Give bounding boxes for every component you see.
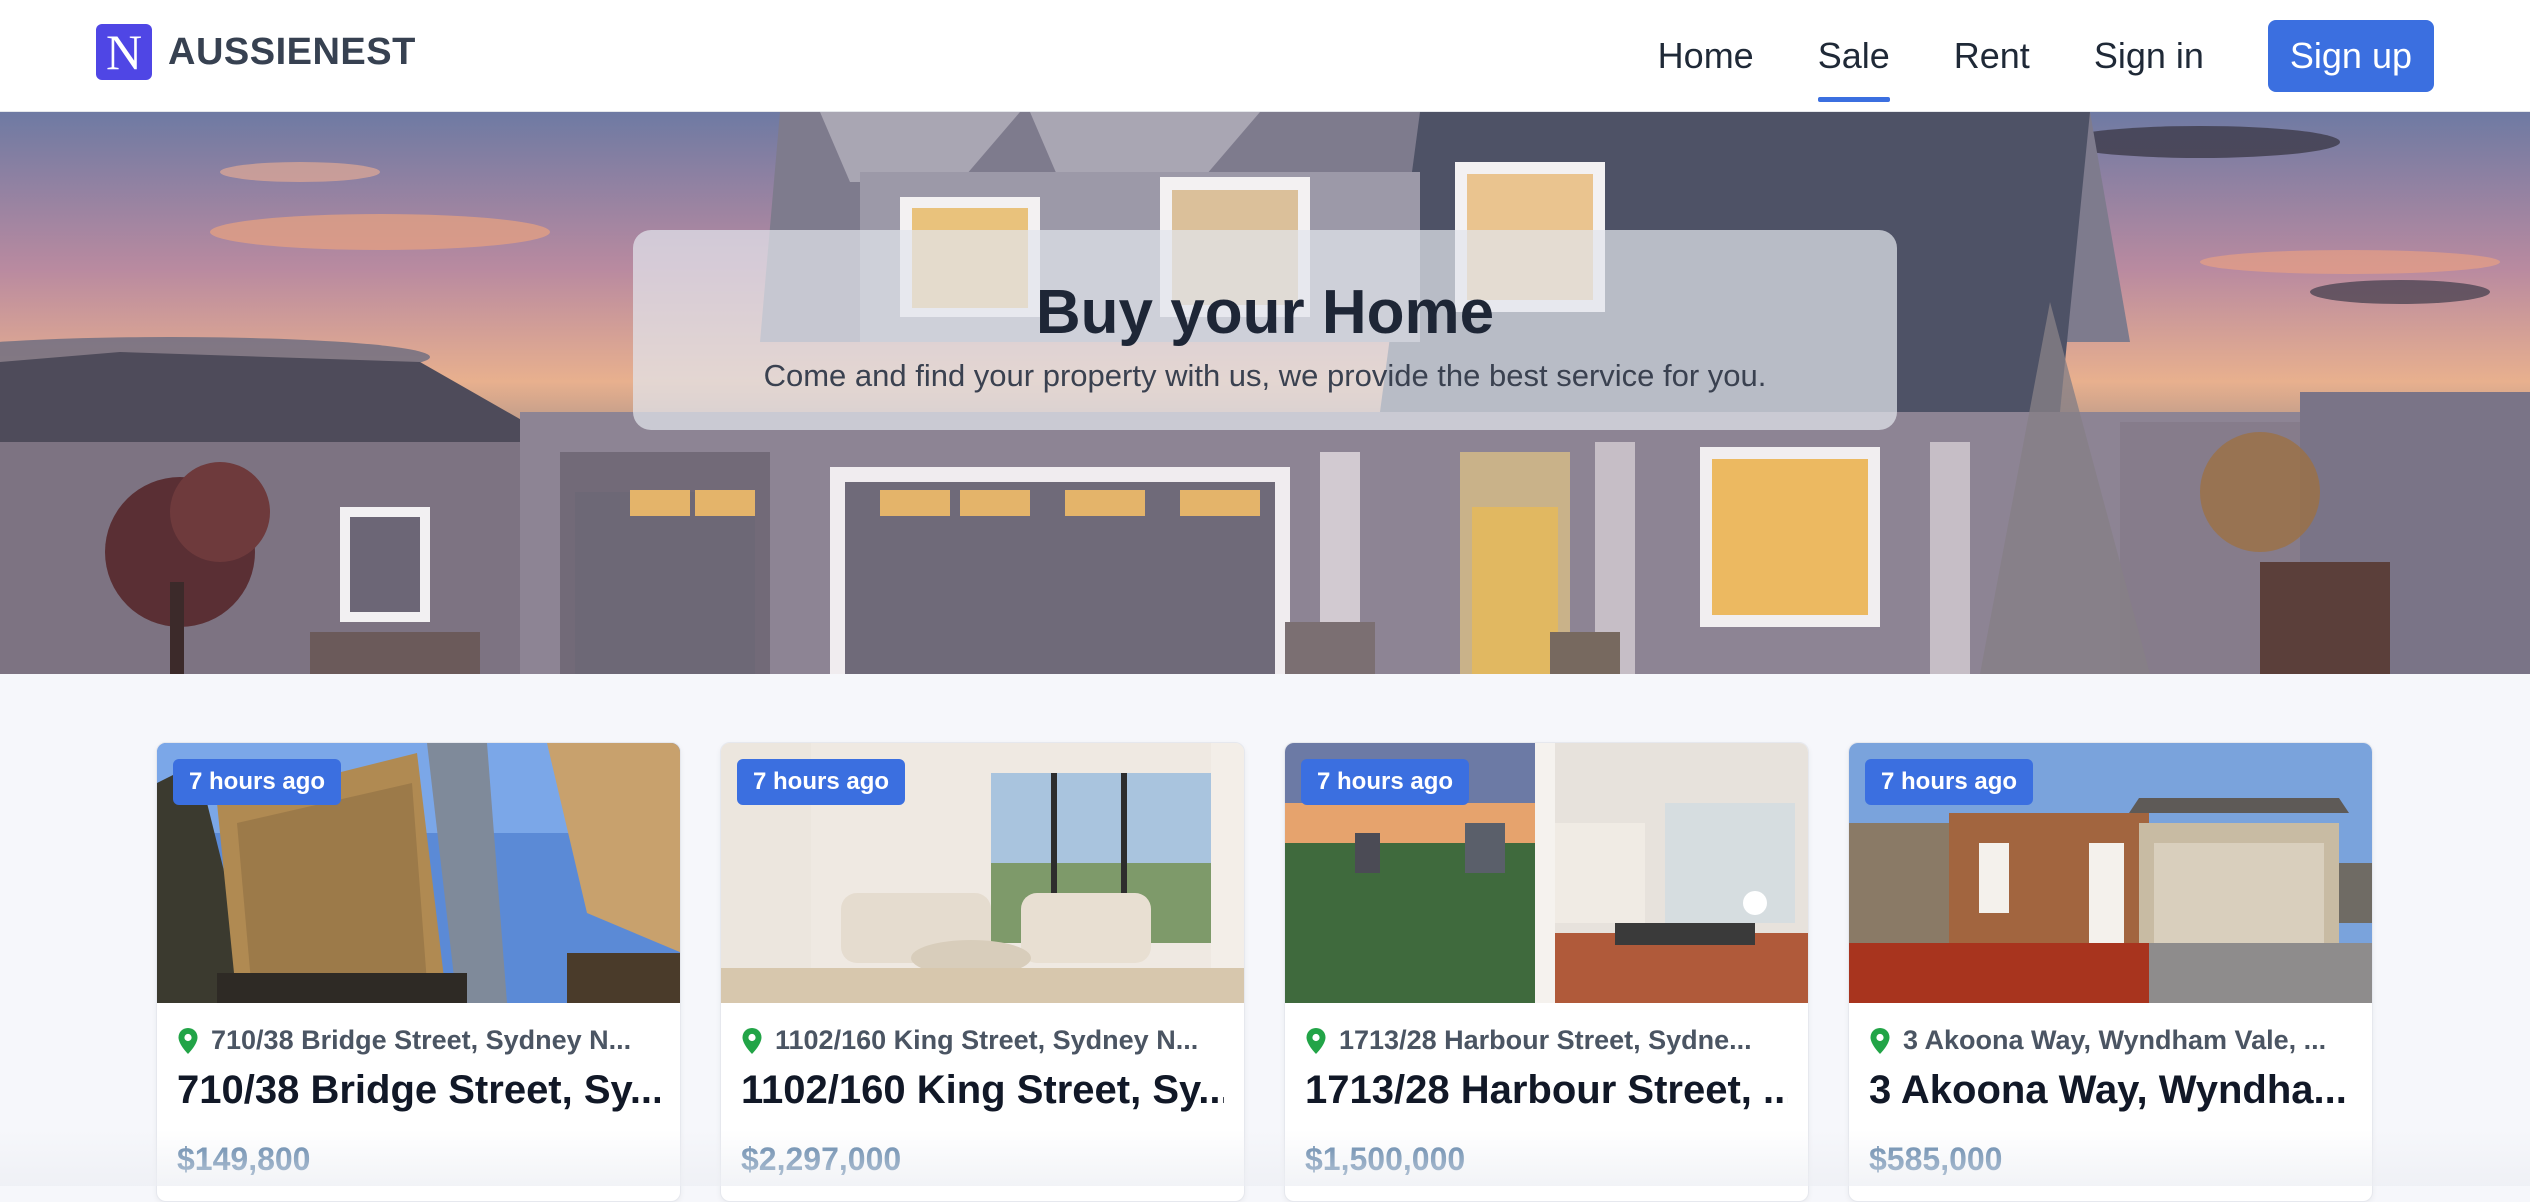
listing-price: $149,800 (177, 1141, 311, 1177)
listing-address-text: 1102/160 King Street, Sydney N... (775, 1025, 1199, 1055)
property-photo[interactable]: 7 hours ago (721, 743, 1244, 1003)
listing-address: 710/38 Bridge Street, Sydney N... (177, 1025, 660, 1056)
listing-address-text: 1713/28 Harbour Street, Sydne... (1339, 1025, 1752, 1055)
nav-link-sign-in[interactable]: Sign in (2094, 0, 2204, 112)
listing-address: 3 Akoona Way, Wyndham Vale, ... (1869, 1025, 2352, 1056)
property-card[interactable]: 7 hours ago 3 Akoona Way, Wyndham Vale, … (1848, 742, 2373, 1202)
listing-price: $2,297,000 (741, 1141, 902, 1177)
nav-link-rent[interactable]: Rent (1954, 0, 2030, 112)
listing-title[interactable]: 3 Akoona Way, Wyndha... (1869, 1068, 2352, 1113)
listing-address: 1102/160 King Street, Sydney N... (741, 1025, 1224, 1056)
property-card[interactable]: 7 hours ago 710/38 Bridge Street, Sydney… (156, 742, 681, 1202)
property-photo[interactable]: 7 hours ago (1849, 743, 2372, 1003)
listing-address-text: 710/38 Bridge Street, Sydney N... (211, 1025, 632, 1055)
listing-title[interactable]: 710/38 Bridge Street, Sy... (177, 1068, 660, 1113)
brand-logo-icon[interactable]: N (96, 24, 152, 80)
property-photo[interactable]: 7 hours ago (157, 743, 680, 1003)
top-navbar: N AUSSIENEST Home Sale Rent Sign in Sign… (0, 0, 2530, 112)
listing-time-badge: 7 hours ago (737, 759, 906, 805)
brand-name[interactable]: AUSSIENEST (168, 31, 416, 74)
listing-title[interactable]: 1102/160 King Street, Sy... (741, 1068, 1224, 1113)
listing-time-badge: 7 hours ago (1301, 759, 1470, 805)
card-body: 3 Akoona Way, Wyndham Vale, ... 3 Akoona… (1849, 1025, 2372, 1178)
listing-address-text: 3 Akoona Way, Wyndham Vale, ... (1903, 1025, 2327, 1055)
nav-link-home[interactable]: Home (1658, 0, 1754, 112)
location-pin-icon (1870, 1027, 1890, 1054)
listing-address: 1713/28 Harbour Street, Sydne... (1305, 1025, 1788, 1056)
card-body: 1102/160 King Street, Sydney N... 1102/1… (721, 1025, 1244, 1178)
property-card[interactable]: 7 hours ago 1102/160 King Street, Sydney… (720, 742, 1245, 1202)
brand[interactable]: N AUSSIENEST (96, 24, 416, 80)
hero-card: Buy your Home Come and find your propert… (633, 230, 1897, 430)
nav-links: Home Sale Rent Sign in Sign up (1658, 0, 2530, 112)
location-pin-icon (742, 1027, 762, 1054)
sign-up-button[interactable]: Sign up (2267, 20, 2434, 92)
property-photo[interactable]: 7 hours ago (1285, 743, 1808, 1003)
listing-title[interactable]: 1713/28 Harbour Street, ... (1305, 1068, 1788, 1113)
property-listings: 7 hours ago 710/38 Bridge Street, Sydney… (156, 742, 2374, 1202)
nav-link-sale[interactable]: Sale (1817, 0, 1890, 112)
listing-price: $1,500,000 (1305, 1141, 1466, 1177)
location-pin-icon (178, 1027, 198, 1054)
listing-time-badge: 7 hours ago (173, 759, 342, 805)
location-pin-icon (1306, 1027, 1326, 1054)
hero-subtitle: Come and find your property with us, we … (763, 357, 1767, 393)
hero-banner: Buy your Home Come and find your propert… (0, 112, 2530, 674)
property-card[interactable]: 7 hours ago 1713/28 Harbour Street, Sydn… (1284, 742, 1809, 1202)
card-body: 710/38 Bridge Street, Sydney N... 710/38… (157, 1025, 680, 1178)
card-body: 1713/28 Harbour Street, Sydne... 1713/28… (1285, 1025, 1808, 1178)
listing-price: $585,000 (1869, 1141, 2003, 1177)
hero-title: Buy your Home (1035, 277, 1495, 347)
listing-time-badge: 7 hours ago (1865, 759, 2034, 805)
